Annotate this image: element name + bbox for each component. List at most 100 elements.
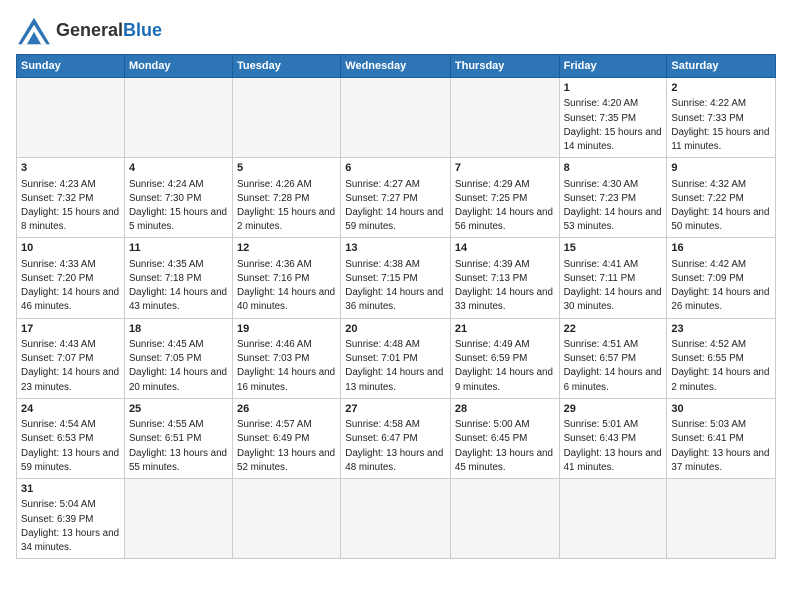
- day-number: 27: [345, 402, 446, 417]
- day-info: Sunrise: 5:01 AM Sunset: 6:43 PM Dayligh…: [564, 418, 663, 475]
- calendar-cell: 26Sunrise: 4:57 AM Sunset: 6:49 PM Dayli…: [233, 398, 341, 478]
- week-row-2: 10Sunrise: 4:33 AM Sunset: 7:20 PM Dayli…: [17, 238, 776, 318]
- calendar-cell: 8 Sunrise: 4:30 AM Sunset: 7:23 PM Daylig…: [559, 158, 667, 238]
- day-info: Sunrise: 4:29 AM Sunset: 7:25 PM Dayligh…: [455, 178, 555, 235]
- calendar-cell: [450, 78, 559, 158]
- calendar-cell: 19Sunrise: 4:46 AM Sunset: 7:03 PM Dayli…: [233, 318, 341, 398]
- day-number: 31: [21, 482, 120, 497]
- calendar-cell: 6 Sunrise: 4:27 AM Sunset: 7:27 PM Daylig…: [341, 158, 451, 238]
- day-number: 21: [455, 322, 555, 337]
- calendar-cell: [233, 479, 341, 559]
- calendar-cell: 10Sunrise: 4:33 AM Sunset: 7:20 PM Dayli…: [17, 238, 125, 318]
- day-number: 11: [129, 241, 228, 256]
- day-info: Sunrise: 4:55 AM Sunset: 6:51 PM Dayligh…: [129, 418, 228, 475]
- day-number: 18: [129, 322, 228, 337]
- day-number: 5: [237, 161, 336, 176]
- day-info: Sunrise: 4:45 AM Sunset: 7:05 PM Dayligh…: [129, 338, 228, 395]
- calendar-cell: [124, 479, 232, 559]
- day-info: Sunrise: 4:54 AM Sunset: 6:53 PM Dayligh…: [21, 418, 120, 475]
- day-number: 19: [237, 322, 336, 337]
- day-number: 25: [129, 402, 228, 417]
- day-number: 15: [564, 241, 663, 256]
- day-info: Sunrise: 4:36 AM Sunset: 7:16 PM Dayligh…: [237, 258, 336, 315]
- day-info: Sunrise: 4:35 AM Sunset: 7:18 PM Dayligh…: [129, 258, 228, 315]
- day-number: 9: [671, 161, 771, 176]
- calendar-cell: 20Sunrise: 4:48 AM Sunset: 7:01 PM Dayli…: [341, 318, 451, 398]
- weekday-header-saturday: Saturday: [667, 55, 776, 78]
- day-info: Sunrise: 4:39 AM Sunset: 7:13 PM Dayligh…: [455, 258, 555, 315]
- day-number: 26: [237, 402, 336, 417]
- calendar-cell: 21Sunrise: 4:49 AM Sunset: 6:59 PM Dayli…: [450, 318, 559, 398]
- calendar-cell: [341, 78, 451, 158]
- header: GeneralBlue: [16, 16, 776, 46]
- day-info: Sunrise: 4:51 AM Sunset: 6:57 PM Dayligh…: [564, 338, 663, 395]
- day-number: 28: [455, 402, 555, 417]
- day-info: Sunrise: 4:20 AM Sunset: 7:35 PM Dayligh…: [564, 97, 663, 154]
- weekday-header-wednesday: Wednesday: [341, 55, 451, 78]
- day-info: Sunrise: 4:46 AM Sunset: 7:03 PM Dayligh…: [237, 338, 336, 395]
- day-info: Sunrise: 4:41 AM Sunset: 7:11 PM Dayligh…: [564, 258, 663, 315]
- day-info: Sunrise: 4:26 AM Sunset: 7:28 PM Dayligh…: [237, 178, 336, 235]
- week-row-0: 1Sunrise: 4:20 AM Sunset: 7:35 PM Daylig…: [17, 78, 776, 158]
- calendar-cell: [17, 78, 125, 158]
- day-number: 24: [21, 402, 120, 417]
- calendar-cell: 30Sunrise: 5:03 AM Sunset: 6:41 PM Dayli…: [667, 398, 776, 478]
- day-info: Sunrise: 4:23 AM Sunset: 7:32 PM Dayligh…: [21, 178, 120, 235]
- calendar-cell: 25Sunrise: 4:55 AM Sunset: 6:51 PM Dayli…: [124, 398, 232, 478]
- calendar-cell: [233, 78, 341, 158]
- weekday-header-row: SundayMondayTuesdayWednesdayThursdayFrid…: [17, 55, 776, 78]
- day-info: Sunrise: 4:58 AM Sunset: 6:47 PM Dayligh…: [345, 418, 446, 475]
- day-number: 20: [345, 322, 446, 337]
- weekday-header-sunday: Sunday: [17, 55, 125, 78]
- day-number: 8: [564, 161, 663, 176]
- calendar-cell: 28Sunrise: 5:00 AM Sunset: 6:45 PM Dayli…: [450, 398, 559, 478]
- calendar-cell: 16 Sunrise: 4:42 AM Sunset: 7:09 PM Dayli…: [667, 238, 776, 318]
- day-info: Sunrise: 5:04 AM Sunset: 6:39 PM Dayligh…: [21, 498, 120, 555]
- calendar-cell: 14Sunrise: 4:39 AM Sunset: 7:13 PM Dayli…: [450, 238, 559, 318]
- day-number: 2: [671, 81, 771, 96]
- logo: GeneralBlue: [16, 16, 162, 46]
- calendar-cell: 24Sunrise: 4:54 AM Sunset: 6:53 PM Dayli…: [17, 398, 125, 478]
- day-number: 16: [671, 241, 771, 256]
- calendar-cell: 7 Sunrise: 4:29 AM Sunset: 7:25 PM Daylig…: [450, 158, 559, 238]
- day-number: 29: [564, 402, 663, 417]
- day-info: Sunrise: 4:27 AM Sunset: 7:27 PM Dayligh…: [345, 178, 446, 235]
- day-number: 3: [21, 161, 120, 176]
- day-number: 13: [345, 241, 446, 256]
- logo-text: GeneralBlue: [56, 21, 162, 41]
- day-number: 7: [455, 161, 555, 176]
- day-info: Sunrise: 5:03 AM Sunset: 6:41 PM Dayligh…: [671, 418, 771, 475]
- calendar-cell: [667, 479, 776, 559]
- calendar-cell: 23Sunrise: 4:52 AM Sunset: 6:55 PM Dayli…: [667, 318, 776, 398]
- calendar-cell: 5 Sunrise: 4:26 AM Sunset: 7:28 PM Daylig…: [233, 158, 341, 238]
- calendar-cell: 2Sunrise: 4:22 AM Sunset: 7:33 PM Daylig…: [667, 78, 776, 158]
- week-row-5: 31Sunrise: 5:04 AM Sunset: 6:39 PM Dayli…: [17, 479, 776, 559]
- day-info: Sunrise: 4:43 AM Sunset: 7:07 PM Dayligh…: [21, 338, 120, 395]
- day-info: Sunrise: 4:48 AM Sunset: 7:01 PM Dayligh…: [345, 338, 446, 395]
- day-info: Sunrise: 4:33 AM Sunset: 7:20 PM Dayligh…: [21, 258, 120, 315]
- calendar-cell: 4 Sunrise: 4:24 AM Sunset: 7:30 PM Daylig…: [124, 158, 232, 238]
- week-row-3: 17Sunrise: 4:43 AM Sunset: 7:07 PM Dayli…: [17, 318, 776, 398]
- weekday-header-monday: Monday: [124, 55, 232, 78]
- day-number: 6: [345, 161, 446, 176]
- day-info: Sunrise: 4:24 AM Sunset: 7:30 PM Dayligh…: [129, 178, 228, 235]
- weekday-header-thursday: Thursday: [450, 55, 559, 78]
- calendar-cell: 27Sunrise: 4:58 AM Sunset: 6:47 PM Dayli…: [341, 398, 451, 478]
- day-info: Sunrise: 4:52 AM Sunset: 6:55 PM Dayligh…: [671, 338, 771, 395]
- day-info: Sunrise: 4:22 AM Sunset: 7:33 PM Dayligh…: [671, 97, 771, 154]
- day-number: 30: [671, 402, 771, 417]
- calendar-cell: 3 Sunrise: 4:23 AM Sunset: 7:32 PM Daylig…: [17, 158, 125, 238]
- calendar-cell: [341, 479, 451, 559]
- calendar-cell: 31Sunrise: 5:04 AM Sunset: 6:39 PM Dayli…: [17, 479, 125, 559]
- day-info: Sunrise: 4:49 AM Sunset: 6:59 PM Dayligh…: [455, 338, 555, 395]
- day-number: 1: [564, 81, 663, 96]
- day-info: Sunrise: 4:30 AM Sunset: 7:23 PM Dayligh…: [564, 178, 663, 235]
- day-info: Sunrise: 4:42 AM Sunset: 7:09 PM Dayligh…: [671, 258, 771, 315]
- week-row-1: 3 Sunrise: 4:23 AM Sunset: 7:32 PM Daylig…: [17, 158, 776, 238]
- calendar-cell: [450, 479, 559, 559]
- day-number: 22: [564, 322, 663, 337]
- day-info: Sunrise: 4:38 AM Sunset: 7:15 PM Dayligh…: [345, 258, 446, 315]
- calendar-cell: 29Sunrise: 5:01 AM Sunset: 6:43 PM Dayli…: [559, 398, 667, 478]
- calendar-cell: [559, 479, 667, 559]
- day-number: 4: [129, 161, 228, 176]
